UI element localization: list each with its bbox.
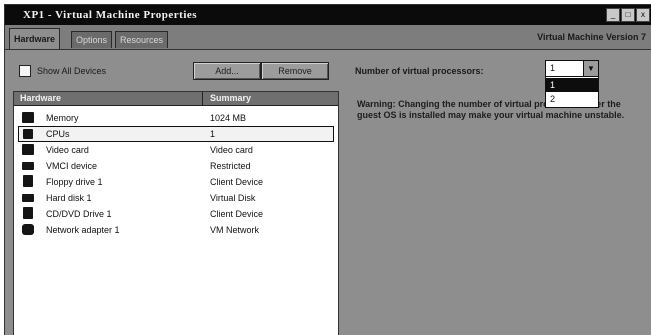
hardware-name: Memory <box>46 113 79 123</box>
column-header-hardware[interactable]: Hardware <box>20 93 61 103</box>
cpu-icon <box>23 129 33 139</box>
hardware-summary: Client Device <box>210 177 264 187</box>
hardware-summary: 1024 MB <box>210 113 247 123</box>
hardware-name: Hard disk 1 <box>46 193 92 203</box>
network-adapter-icon <box>22 224 34 235</box>
hardware-row-floppy-drive[interactable]: Floppy drive 1 Client Device <box>14 174 338 190</box>
floppy-drive-icon <box>23 175 33 187</box>
close-button[interactable]: x <box>636 8 650 22</box>
hardware-row-vmci-device[interactable]: VMCI device Restricted <box>14 158 338 174</box>
hardware-name: Floppy drive 1 <box>46 177 103 187</box>
tab-options[interactable]: Options <box>71 31 113 48</box>
show-all-devices-label: Show All Devices <box>37 66 107 76</box>
hardware-row-cd-dvd-drive[interactable]: CD/DVD Drive 1 Client Device <box>14 206 338 222</box>
cd-dvd-drive-icon <box>23 207 33 219</box>
column-header-summary[interactable]: Summary <box>210 93 251 103</box>
hard-disk-icon <box>22 194 34 202</box>
hardware-name: CPUs <box>46 129 70 139</box>
hardware-row-video-card[interactable]: Video card Video card <box>14 142 338 158</box>
chevron-down-icon[interactable]: ▼ <box>583 61 598 76</box>
virtual-processors-select[interactable]: 1 ▼ <box>545 60 599 77</box>
vm-properties-window: XP1 - Virtual Machine Properties _ □ x H… <box>4 4 651 335</box>
virtual-processors-dropdown: 1 2 <box>545 76 599 108</box>
window-title: XP1 - Virtual Machine Properties <box>23 9 198 21</box>
hardware-name: VMCI device <box>46 161 98 171</box>
hardware-summary: Client Device <box>210 209 264 219</box>
hardware-summary: Video card <box>210 145 253 155</box>
show-all-devices-checkbox[interactable] <box>19 65 31 77</box>
minimize-button[interactable]: _ <box>606 8 620 22</box>
window-controls: _ □ x <box>606 8 650 22</box>
hardware-list: Hardware Summary Memory 1024 MB CPUs 1 V… <box>13 91 339 335</box>
hardware-row-network-adapter[interactable]: Network adapter 1 VM Network <box>14 222 338 238</box>
vmci-device-icon <box>22 162 34 170</box>
hardware-row-hard-disk[interactable]: Hard disk 1 Virtual Disk <box>14 190 338 206</box>
hardware-name: Network adapter 1 <box>46 225 120 235</box>
option-label: 1 <box>550 80 556 90</box>
video-card-icon <box>22 144 34 155</box>
tab-hardware[interactable]: Hardware <box>9 28 61 49</box>
hardware-name: Video card <box>46 145 89 155</box>
add-button[interactable]: Add... <box>193 62 261 80</box>
hardware-summary: Restricted <box>210 161 251 171</box>
hardware-name: CD/DVD Drive 1 <box>46 209 112 219</box>
column-divider <box>202 92 203 105</box>
hardware-row-cpus[interactable]: CPUs 1 <box>14 126 338 142</box>
dropdown-option[interactable]: 1 <box>546 78 598 92</box>
virtual-processors-label: Number of virtual processors: <box>355 66 484 76</box>
hardware-summary: Virtual Disk <box>210 193 256 203</box>
select-value: 1 <box>550 63 556 73</box>
show-all-devices-row[interactable]: Show All Devices <box>19 65 106 77</box>
remove-button[interactable]: Remove <box>261 62 329 80</box>
hardware-row-memory[interactable]: Memory 1024 MB <box>14 110 338 126</box>
memory-icon <box>22 112 34 123</box>
dropdown-option[interactable]: 2 <box>546 92 598 106</box>
vm-version-label: Virtual Machine Version 7 <box>537 32 646 42</box>
title-bar: XP1 - Virtual Machine Properties _ □ x <box>5 5 651 25</box>
tab-resources[interactable]: Resources <box>115 31 169 48</box>
hardware-list-header: Hardware Summary <box>14 92 338 106</box>
option-label: 2 <box>550 94 556 104</box>
hardware-summary: 1 <box>210 129 216 139</box>
tab-strip: Hardware Options Resources Virtual Machi… <box>5 25 651 50</box>
maximize-button[interactable]: □ <box>621 8 635 22</box>
hardware-summary: VM Network <box>210 225 260 235</box>
